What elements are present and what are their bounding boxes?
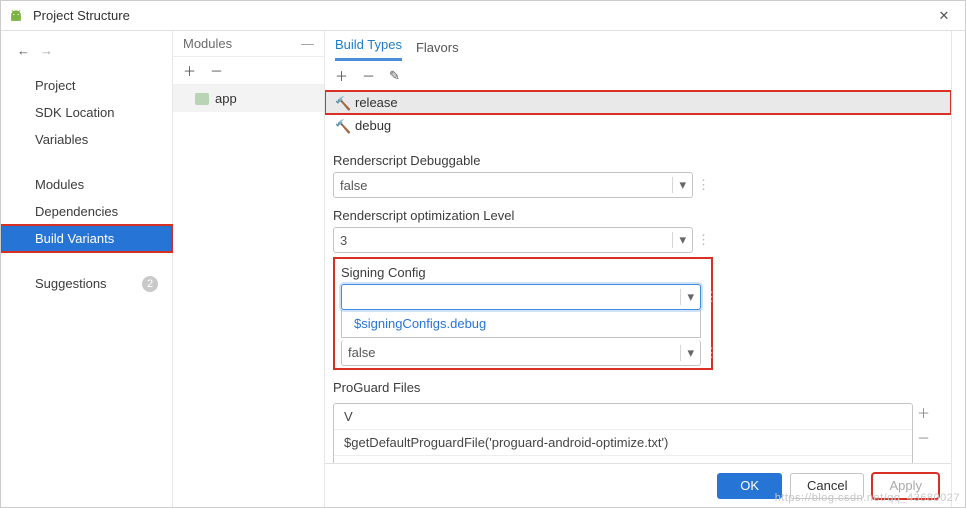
back-icon[interactable]: ← bbox=[17, 43, 30, 58]
proguard-files-label: ProGuard Files bbox=[333, 380, 937, 395]
field-value: false bbox=[340, 178, 672, 193]
ok-button[interactable]: OK bbox=[717, 473, 782, 499]
dropdown-option-label: $signingConfigs.debug bbox=[354, 316, 486, 331]
remove-module-icon[interactable]: － bbox=[210, 61, 223, 80]
signing-config-label: Signing Config bbox=[341, 265, 705, 280]
window-title: Project Structure bbox=[33, 8, 929, 23]
proguard-add-icon[interactable]: ＋ bbox=[917, 403, 930, 422]
sidebar-item-project[interactable]: Project bbox=[1, 72, 172, 99]
module-item-app[interactable]: app bbox=[173, 85, 324, 112]
hammer-icon: 🔨 bbox=[335, 119, 351, 135]
sidebar-item-suggestions[interactable]: Suggestions 2 bbox=[1, 270, 172, 298]
sidebar-item-build-variants[interactable]: Build Variants bbox=[1, 225, 172, 252]
proguard-remove-icon[interactable]: － bbox=[917, 428, 930, 447]
edit-build-type-icon[interactable]: ✎ bbox=[389, 68, 400, 84]
proguard-value: $getDefaultProguardFile('proguard-androi… bbox=[344, 435, 668, 450]
sidebar-item-dependencies[interactable]: Dependencies bbox=[1, 198, 172, 225]
modules-panel: Modules — ＋ － app bbox=[173, 31, 325, 507]
remove-build-type-icon[interactable]: － bbox=[362, 66, 375, 85]
sidebar: ← → Project SDK Location Variables Modul… bbox=[1, 31, 173, 507]
sidebar-item-label: Dependencies bbox=[35, 204, 118, 219]
signing-config-highlight: Signing Config ▾ ⋮ $signingConfigs.debug bbox=[333, 257, 713, 370]
module-name: app bbox=[215, 91, 237, 106]
field-extra-icon[interactable]: ⋮ bbox=[697, 176, 707, 194]
proguard-row[interactable]: V bbox=[334, 404, 912, 430]
tab-build-types[interactable]: Build Types bbox=[335, 31, 402, 61]
chevron-down-icon[interactable]: ▾ bbox=[680, 289, 694, 305]
sidebar-item-label: Modules bbox=[35, 177, 84, 192]
renderscript-opt-field[interactable]: 3 ▾ bbox=[333, 227, 693, 253]
sidebar-item-sdk-location[interactable]: SDK Location bbox=[1, 99, 172, 126]
proguard-row[interactable]: $getDefaultProguardFile('proguard-androi… bbox=[334, 430, 912, 456]
field-extra-icon[interactable]: ⋮ bbox=[697, 231, 707, 249]
main-area: Build Types Flavors ＋ － ✎ 🔨 release 🔨 de… bbox=[325, 31, 951, 507]
tab-label: Flavors bbox=[416, 40, 459, 55]
button-label: Cancel bbox=[807, 478, 847, 493]
add-module-icon[interactable]: ＋ bbox=[183, 61, 196, 80]
hammer-icon: 🔨 bbox=[335, 96, 351, 112]
titlebar: Project Structure ✕ bbox=[1, 1, 965, 31]
sidebar-item-modules[interactable]: Modules bbox=[1, 171, 172, 198]
field-value: 3 bbox=[340, 233, 672, 248]
add-build-type-icon[interactable]: ＋ bbox=[335, 66, 348, 85]
build-type-label: debug bbox=[355, 118, 391, 133]
minimize-icon[interactable]: — bbox=[301, 36, 314, 51]
build-type-release[interactable]: 🔨 release bbox=[325, 91, 951, 114]
field-extra-icon[interactable]: ⋮ bbox=[705, 344, 715, 362]
apply-button[interactable]: Apply bbox=[872, 473, 939, 499]
field-value: false bbox=[348, 345, 680, 360]
unknown-false-field[interactable]: false ▾ bbox=[341, 340, 701, 366]
renderscript-opt-label: Renderscript optimization Level bbox=[333, 208, 937, 223]
forward-icon: → bbox=[40, 43, 53, 58]
proguard-files-list: V $getDefaultProguardFile('proguard-andr… bbox=[333, 403, 913, 463]
sidebar-item-label: Suggestions bbox=[35, 276, 107, 291]
android-logo-icon bbox=[7, 7, 25, 25]
right-gutter bbox=[951, 31, 965, 507]
chevron-down-icon[interactable]: ▾ bbox=[680, 345, 694, 361]
chevron-down-icon[interactable]: ▾ bbox=[672, 232, 686, 248]
sidebar-item-variables[interactable]: Variables bbox=[1, 126, 172, 153]
build-type-debug[interactable]: 🔨 debug bbox=[325, 114, 951, 137]
proguard-value: V bbox=[344, 409, 353, 424]
tab-flavors[interactable]: Flavors bbox=[416, 34, 459, 61]
button-label: Apply bbox=[889, 478, 922, 493]
tab-label: Build Types bbox=[335, 37, 402, 52]
dialog-footer: OK Cancel Apply bbox=[325, 463, 951, 507]
sidebar-item-label: Build Variants bbox=[35, 231, 114, 246]
renderscript-debuggable-field[interactable]: false ▾ bbox=[333, 172, 693, 198]
sidebar-item-label: Variables bbox=[35, 132, 88, 147]
cancel-button[interactable]: Cancel bbox=[790, 473, 864, 499]
renderscript-debuggable-label: Renderscript Debuggable bbox=[333, 153, 937, 168]
sidebar-item-label: Project bbox=[35, 78, 75, 93]
button-label: OK bbox=[740, 478, 759, 493]
module-folder-icon bbox=[195, 93, 209, 105]
signing-config-field[interactable]: ▾ bbox=[341, 284, 701, 310]
close-icon[interactable]: ✕ bbox=[929, 8, 959, 24]
sidebar-item-label: SDK Location bbox=[35, 105, 115, 120]
chevron-down-icon[interactable]: ▾ bbox=[672, 177, 686, 193]
suggestions-badge: 2 bbox=[142, 276, 158, 292]
modules-header: Modules bbox=[183, 36, 232, 51]
signing-config-dropdown-option[interactable]: $signingConfigs.debug bbox=[341, 310, 701, 338]
build-type-label: release bbox=[355, 95, 398, 110]
proguard-row[interactable]: proguard-rules.pro bbox=[334, 456, 912, 463]
field-extra-icon[interactable]: ⋮ bbox=[705, 288, 715, 306]
